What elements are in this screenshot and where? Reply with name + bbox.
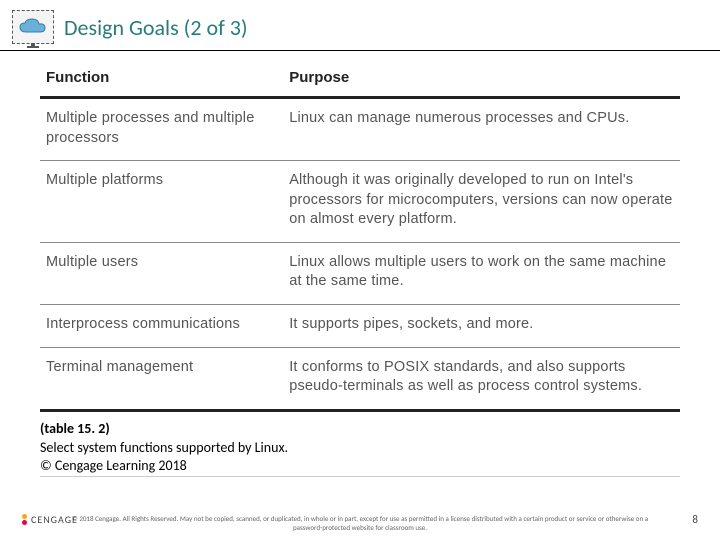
cell-function: Interprocess communications [40,304,283,347]
table-row: Terminal management It conforms to POSIX… [40,347,680,410]
cell-function: Multiple platforms [40,161,283,243]
cell-purpose: It supports pipes, sockets, and more. [283,304,680,347]
table-row: Multiple platforms Although it was origi… [40,161,680,243]
page-number: 8 [692,513,698,526]
table-row: Interprocess communications It supports … [40,304,680,347]
cell-purpose: Linux can manage numerous processes and … [283,98,680,161]
caption-line1: Select system functions supported by Lin… [40,439,680,458]
cell-function: Multiple processes and multiple processo… [40,98,283,161]
table-row: Multiple users Linux allows multiple use… [40,242,680,304]
col-header-purpose: Purpose [283,61,680,98]
table-row: Multiple processes and multiple processo… [40,98,680,161]
table-header-row: Function Purpose [40,61,680,98]
design-goals-table: Function Purpose Multiple processes and … [40,61,680,412]
col-header-function: Function [40,61,283,98]
table-caption: (table 15. 2) Select system functions su… [0,412,720,477]
slide-header: Design Goals (2 of 3) [0,0,720,51]
footer-copyright: © 2018 Cengage. All Rights Reserved. May… [0,515,720,532]
cell-function: Multiple users [40,242,283,304]
footer-divider [40,476,680,477]
cell-purpose: Although it was originally developed to … [283,161,680,243]
cloud-monitor-icon [12,10,54,44]
cell-purpose: It conforms to POSIX standards, and also… [283,347,680,410]
caption-ref: (table 15. 2) [40,420,680,439]
cell-function: Terminal management [40,347,283,410]
caption-line2: © Cengage Learning 2018 [40,457,680,476]
content-table-wrap: Function Purpose Multiple processes and … [0,51,720,412]
cell-purpose: Linux allows multiple users to work on t… [283,242,680,304]
slide-title: Design Goals (2 of 3) [64,14,248,41]
